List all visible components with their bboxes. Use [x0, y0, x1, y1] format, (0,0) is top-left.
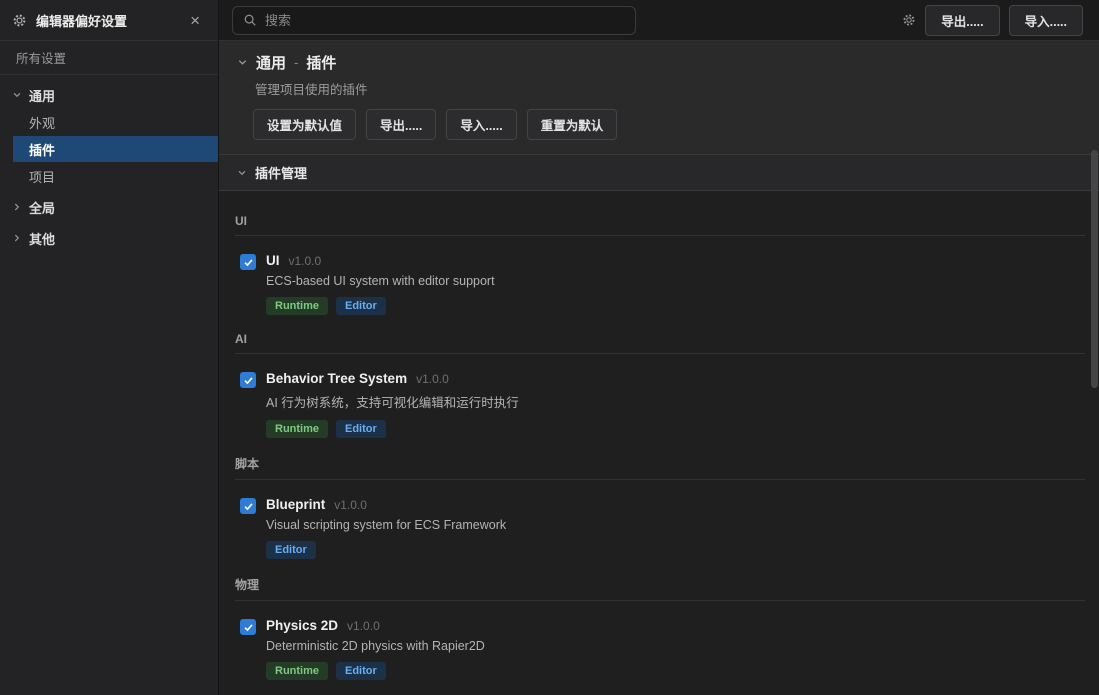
sidebar-item-general[interactable]: 通用 — [0, 82, 218, 108]
settings-gear-icon[interactable] — [902, 13, 916, 27]
plugin-enabled-checkbox[interactable] — [240, 619, 256, 635]
set-default-button[interactable]: 设置为默认值 — [253, 109, 356, 140]
breadcrumb-parent[interactable]: 通用 — [256, 52, 286, 73]
sidebar-item-appearance[interactable]: 外观 — [0, 109, 218, 135]
category-label: 脚本 — [235, 455, 1085, 480]
dialog-titlebar: 编辑器偏好设置 × — [0, 0, 218, 41]
reset-default-button[interactable]: 重置为默认 — [527, 109, 618, 140]
runtime-badge: Runtime — [266, 662, 328, 680]
sidebar-item-project[interactable]: 项目 — [0, 163, 218, 189]
import-settings-button[interactable]: 导入..... — [446, 109, 516, 140]
plugin-list: UI UI v1.0.0 ECS-based UI system with ed… — [219, 191, 1099, 695]
runtime-badge: Runtime — [266, 420, 328, 438]
plugin-version: v1.0.0 — [334, 498, 367, 512]
section-plugin-management[interactable]: 插件管理 — [219, 154, 1099, 191]
editor-badge: Editor — [266, 541, 316, 559]
plugin-name: UI — [266, 253, 280, 268]
section-title: 插件管理 — [255, 163, 307, 182]
sidebar-item-label: 通用 — [29, 86, 55, 105]
sidebar-item-plugins[interactable]: 插件 — [13, 136, 218, 162]
plugin-row-physics-2d: Physics 2D v1.0.0 Deterministic 2D physi… — [235, 601, 1085, 680]
breadcrumb: 通用 - 插件 — [237, 52, 1079, 73]
main-panel: 导出..... 导入..... 通用 - 插件 管理项目使用的插件 设置为默认值… — [219, 0, 1099, 695]
topbar: 导出..... 导入..... — [219, 0, 1099, 41]
plugin-description: Deterministic 2D physics with Rapier2D — [266, 639, 485, 653]
gear-icon — [12, 13, 27, 28]
chevron-right-icon — [12, 233, 22, 243]
sidebar-item-all-settings[interactable]: 所有设置 — [0, 41, 218, 74]
scrollbar-thumb[interactable] — [1091, 150, 1098, 388]
search-input[interactable] — [265, 13, 625, 28]
chevron-down-icon — [12, 90, 22, 100]
plugin-row-behavior-tree: Behavior Tree System v1.0.0 AI 行为树系统，支持可… — [235, 354, 1085, 438]
chevron-down-icon — [237, 168, 247, 178]
import-button[interactable]: 导入..... — [1009, 5, 1083, 36]
plugin-description: AI 行为树系统，支持可视化编辑和运行时执行 — [266, 392, 519, 411]
export-settings-button[interactable]: 导出..... — [366, 109, 436, 140]
sidebar-item-global[interactable]: 全局 — [0, 194, 218, 220]
editor-badge: Editor — [336, 297, 386, 315]
plugin-version: v1.0.0 — [347, 619, 380, 633]
runtime-badge: Runtime — [266, 297, 328, 315]
page-header: 通用 - 插件 管理项目使用的插件 设置为默认值 导出..... 导入.....… — [219, 41, 1099, 154]
category-label: AI — [235, 332, 1085, 354]
category-label: UI — [235, 214, 1085, 236]
plugin-version: v1.0.0 — [416, 372, 449, 386]
sidebar: 编辑器偏好设置 × 所有设置 通用 外观 插件 项目 全局 — [0, 0, 219, 695]
plugin-name: Behavior Tree System — [266, 371, 407, 386]
topbar-actions: 导出..... 导入..... — [902, 5, 1083, 36]
plugin-name: Blueprint — [266, 497, 325, 512]
sidebar-tree: 通用 外观 插件 项目 全局 其他 — [0, 75, 218, 251]
sidebar-item-label: 全局 — [29, 198, 55, 217]
search-box[interactable] — [232, 6, 636, 35]
page-description: 管理项目使用的插件 — [237, 79, 1079, 98]
category-label: 物理 — [235, 576, 1085, 601]
breadcrumb-current: 插件 — [306, 52, 336, 73]
dialog-title: 编辑器偏好设置 — [36, 11, 127, 30]
plugin-name: Physics 2D — [266, 618, 338, 633]
plugin-version: v1.0.0 — [289, 254, 322, 268]
plugin-enabled-checkbox[interactable] — [240, 254, 256, 270]
close-icon[interactable]: × — [184, 10, 206, 31]
breadcrumb-separator: - — [294, 55, 298, 70]
chevron-down-icon[interactable] — [237, 57, 248, 68]
header-toolbar: 设置为默认值 导出..... 导入..... 重置为默认 — [237, 109, 1079, 140]
plugin-enabled-checkbox[interactable] — [240, 498, 256, 514]
editor-badge: Editor — [336, 662, 386, 680]
editor-preferences-dialog: 编辑器偏好设置 × 所有设置 通用 外观 插件 项目 全局 — [0, 0, 1099, 695]
plugin-description: Visual scripting system for ECS Framewor… — [266, 518, 506, 532]
plugin-enabled-checkbox[interactable] — [240, 372, 256, 388]
sidebar-item-other[interactable]: 其他 — [0, 225, 218, 251]
editor-badge: Editor — [336, 420, 386, 438]
search-icon — [243, 13, 257, 27]
plugin-row-blueprint: Blueprint v1.0.0 Visual scripting system… — [235, 480, 1085, 559]
sidebar-item-label: 其他 — [29, 229, 55, 248]
chevron-right-icon — [12, 202, 22, 212]
plugin-row-ui: UI v1.0.0 ECS-based UI system with edito… — [235, 236, 1085, 315]
plugin-description: ECS-based UI system with editor support — [266, 274, 495, 288]
export-button[interactable]: 导出..... — [925, 5, 999, 36]
